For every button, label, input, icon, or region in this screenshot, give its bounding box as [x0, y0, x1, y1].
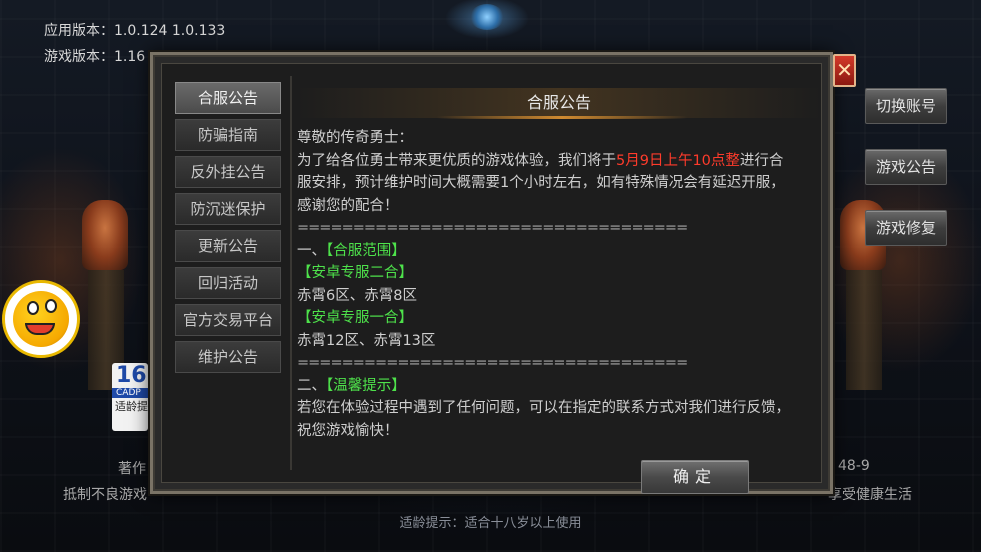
body-line-2: 服安排，预计维护时间大概需要1个小时左右，如有特殊情况会有延迟开服， [297, 175, 785, 191]
merge-time-highlight: 5月9日上午10点整 [616, 152, 740, 169]
body-line-1-text: 为了给各位勇士带来更优质的游戏体验，我们将于 [297, 152, 616, 169]
mascot-eye-right [45, 299, 57, 313]
health-notice-partial-right: 享受健康生活 [828, 487, 912, 503]
tabs-divider [290, 76, 292, 470]
health-notice-partial-left: 抵制不良游戏 [63, 487, 147, 503]
greeting-line: 尊敬的传奇勇士： [297, 130, 413, 146]
game-version-label: 游戏版本：1.16 [44, 49, 146, 65]
age-rating-cadpa: CADP [112, 388, 148, 398]
announcement-body: 尊敬的传奇勇士： 为了给各位勇士带来更优质的游戏体验，我们将于5月9日上午10点… [297, 127, 821, 442]
announcement-content: 合服公告 尊敬的传奇勇士： 为了给各位勇士带来更优质的游戏体验，我们将于5月9日… [297, 84, 821, 494]
dialog-panel: 合服公告 防骗指南 反外挂公告 防沉迷保护 更新公告 回归活动 官方交易平台 维… [161, 63, 822, 494]
section-1-title: 【合服范围】 [326, 242, 406, 259]
age-rating-text: 适龄提 [115, 400, 148, 413]
group-2-servers: 赤霄12区、赤霄13区 [297, 332, 436, 349]
mascot-logo-icon[interactable] [2, 280, 80, 358]
age-rating-number: 16 [116, 363, 147, 388]
tab-update-notice[interactable]: 更新公告 [175, 230, 281, 262]
section-divider-2: =================================== [297, 355, 688, 371]
group-1-servers: 赤霄6区、赤霄8区 [297, 287, 417, 304]
section-divider: =================================== [297, 220, 688, 236]
license-number-partial: 48-9 [838, 458, 870, 474]
left-lamp [82, 200, 128, 270]
announcement-dialog: 合服公告 防骗指南 反外挂公告 防沉迷保护 更新公告 回归活动 官方交易平台 维… [150, 52, 833, 494]
age-rating-badge: 16 CADP 适龄提 [112, 363, 148, 431]
section-2-heading: 二、【温馨提示】 [297, 375, 821, 398]
section-1-prefix: 一、 [297, 242, 326, 259]
tab-trade-platform[interactable]: 官方交易平台 [175, 304, 281, 336]
body-line-1: 为了给各位勇士带来更优质的游戏体验，我们将于5月9日上午10点整进行合 [297, 150, 821, 173]
close-icon[interactable]: ✕ [833, 54, 856, 87]
section-2-prefix: 二、 [297, 377, 326, 394]
copyright-partial: 著作 [118, 461, 146, 477]
tab-anti-cheat[interactable]: 反外挂公告 [175, 156, 281, 188]
body-line-3: 感谢您的配合！ [297, 197, 399, 214]
app-version-label: 应用版本：1.0.124 1.0.133 [44, 23, 226, 39]
tab-anti-addiction[interactable]: 防沉迷保护 [175, 193, 281, 225]
tab-maintenance[interactable]: 维护公告 [175, 341, 281, 373]
tab-anti-fraud[interactable]: 防骗指南 [175, 119, 281, 151]
group-2-title: 【安卓专服一合】 [297, 310, 413, 326]
announcement-tabs: 合服公告 防骗指南 反外挂公告 防沉迷保护 更新公告 回归活动 官方交易平台 维… [175, 82, 283, 378]
tip-line-2: 祝您游戏愉快！ [297, 422, 399, 439]
mascot-eye-left [27, 301, 39, 315]
age-tip: 适龄提示：适合十八岁以上使用 [399, 516, 582, 531]
section-1-heading: 一、【合服范围】 [297, 240, 821, 263]
tab-merge-notice[interactable]: 合服公告 [175, 82, 281, 114]
section-2-title: 【温馨提示】 [326, 377, 406, 394]
body-line-1-tail: 进行合 [739, 152, 784, 169]
right-pillar [846, 270, 882, 390]
game-repair-button[interactable]: 游戏修复 [865, 210, 947, 246]
game-notice-button[interactable]: 游戏公告 [865, 149, 947, 185]
announcement-title: 合服公告 [297, 88, 821, 118]
mascot-face [13, 291, 69, 347]
switch-account-button[interactable]: 切换账号 [865, 88, 947, 124]
tip-line-1: 若您在体验过程中遇到了任何问题，可以在指定的联系方式对我们进行反馈， [297, 400, 790, 416]
tab-return-event[interactable]: 回归活动 [175, 267, 281, 299]
confirm-button[interactable]: 确定 [641, 460, 749, 494]
title-underline [437, 116, 687, 119]
group-1-title: 【安卓专服二合】 [297, 265, 413, 281]
top-light-orb [470, 4, 504, 30]
